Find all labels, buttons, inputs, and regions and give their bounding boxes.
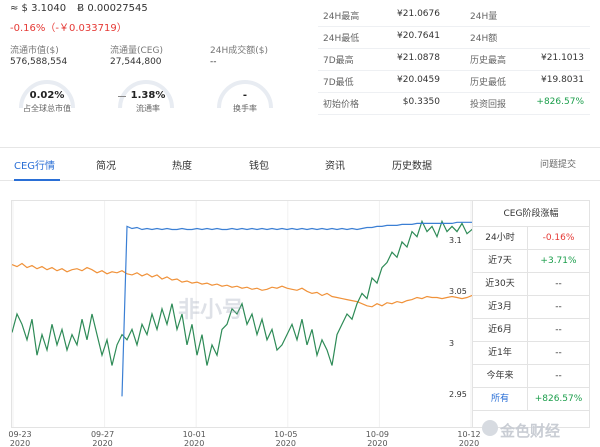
period-row: 近1年 -- bbox=[473, 342, 589, 365]
stat-value: $0.3350 bbox=[402, 97, 440, 107]
tab-bar: CEG行情 简况 热度 钱包 资讯 历史数据 问题提交 bbox=[0, 147, 600, 181]
stat-label: 7D最低 bbox=[323, 78, 354, 88]
period-row: 24小时 -0.16% bbox=[473, 227, 589, 250]
brand-logo: 金色财经 bbox=[500, 422, 561, 440]
tab-popularity[interactable]: 热度 bbox=[172, 157, 192, 172]
period-row: 所有 +826.57% bbox=[473, 388, 589, 411]
x-tick-label: 09-23 2020 bbox=[8, 430, 32, 447]
price-btc: Ƀ 0.00027545 bbox=[77, 3, 148, 14]
turnover-value: - bbox=[242, 90, 248, 101]
stat-label-market-cap: 流通市值($) bbox=[10, 46, 59, 56]
row-divider bbox=[318, 92, 590, 93]
series-line bbox=[121, 221, 472, 397]
y-tick-label: 2.95 bbox=[449, 390, 467, 400]
period-value: -- bbox=[555, 302, 562, 312]
active-tab-indicator bbox=[14, 179, 60, 181]
period-row: 近30天 -- bbox=[473, 273, 589, 296]
period-value: -0.16% bbox=[542, 233, 575, 243]
period-row: 今年来 -- bbox=[473, 365, 589, 388]
stat-value-market-cap: 576,588,554 bbox=[10, 57, 68, 67]
market-share-caption: 占全球总市值 bbox=[23, 104, 71, 113]
period-label: 近30天 bbox=[473, 273, 528, 295]
stat-label: 历史最低 bbox=[470, 78, 507, 88]
period-label: 所有 bbox=[473, 388, 528, 410]
period-label: 近6月 bbox=[473, 319, 528, 341]
stat-label: 初始价格 bbox=[323, 100, 360, 110]
x-tick-label: 10-09 2020 bbox=[365, 430, 390, 447]
y-tick-label: 3 bbox=[449, 338, 455, 348]
stat-value-volume: -- bbox=[210, 57, 217, 67]
period-value: -- bbox=[555, 325, 562, 335]
stat-value: ¥21.0878 bbox=[397, 53, 440, 63]
turnover-caption: 换手率 bbox=[233, 104, 257, 113]
period-label: 24小时 bbox=[473, 227, 528, 249]
period-value: +826.57% bbox=[534, 394, 583, 404]
period-value: -- bbox=[555, 348, 562, 358]
stat-label-supply: 流通量(CEG) bbox=[110, 46, 163, 56]
price-change: -0.16%（-￥0.033719） bbox=[10, 23, 127, 34]
stat-label: 7D最高 bbox=[323, 56, 354, 66]
tab-history[interactable]: 历史数据 bbox=[392, 157, 432, 172]
circulation-value: 1.38% bbox=[130, 90, 166, 101]
period-row: 近7天 +3.71% bbox=[473, 250, 589, 273]
market-share-value: 0.02% bbox=[29, 90, 65, 101]
stat-label: 24H最低 bbox=[323, 34, 360, 44]
tab-news[interactable]: 资讯 bbox=[325, 157, 345, 172]
stat-label: 24H最高 bbox=[323, 12, 360, 22]
x-tick-label: 09-27 2020 bbox=[90, 430, 115, 447]
x-tick-label: 10-05 2020 bbox=[274, 430, 298, 447]
y-tick-label: 3.1 bbox=[449, 235, 462, 245]
stat-value: ¥19.8031 bbox=[541, 75, 584, 85]
period-label: 近7天 bbox=[473, 250, 528, 272]
period-row: 近6月 -- bbox=[473, 319, 589, 342]
period-value: -- bbox=[555, 279, 562, 289]
stat-value: ¥20.7641 bbox=[397, 31, 440, 41]
stat-label-volume: 24H成交额($) bbox=[210, 46, 268, 56]
x-tick-label: 10-01 2020 bbox=[182, 430, 206, 447]
stat-value: ¥20.0459 bbox=[397, 75, 440, 85]
y-tick-label: 3.05 bbox=[449, 287, 467, 297]
stat-value: ¥21.0676 bbox=[397, 9, 440, 19]
period-value: -- bbox=[555, 371, 562, 381]
feedback-link[interactable]: 问题提交 bbox=[540, 157, 576, 170]
row-divider bbox=[318, 70, 590, 71]
stat-label: 24H额 bbox=[470, 34, 498, 44]
circulation-caption: 流通率 bbox=[136, 104, 160, 113]
stat-label: 24H量 bbox=[470, 12, 498, 22]
period-label: 近1年 bbox=[473, 342, 528, 364]
row-divider bbox=[318, 26, 590, 27]
row-divider bbox=[318, 114, 590, 115]
stat-value-supply: 27,544,800 bbox=[110, 57, 162, 67]
stat-label: 历史最高 bbox=[470, 56, 507, 66]
period-label: 今年来 bbox=[473, 365, 528, 387]
brand-logo-icon bbox=[482, 420, 498, 436]
period-table-title: CEG阶段涨幅 bbox=[473, 201, 589, 227]
period-value: +3.71% bbox=[540, 256, 577, 266]
price-usd: ≈ $ 3.1040 bbox=[10, 3, 67, 14]
tab-market[interactable]: CEG行情 bbox=[14, 157, 55, 172]
watermark: 非小号 bbox=[178, 298, 245, 323]
tab-wallet[interactable]: 钱包 bbox=[249, 157, 269, 172]
stat-value: +826.57% bbox=[536, 97, 584, 107]
period-label: 近3月 bbox=[473, 296, 528, 318]
period-row: 近3月 -- bbox=[473, 296, 589, 319]
row-divider bbox=[318, 48, 590, 49]
period-change-table: CEG阶段涨幅 24小时 -0.16% 近7天 +3.71% 近30天 -- 近… bbox=[473, 200, 590, 428]
tab-overview[interactable]: 简况 bbox=[96, 157, 116, 172]
price-summary: ≈ $ 3.1040 Ƀ 0.00027545 bbox=[10, 3, 156, 14]
stat-label: 投资回报 bbox=[470, 100, 507, 110]
stat-value: ¥21.1013 bbox=[541, 53, 584, 63]
